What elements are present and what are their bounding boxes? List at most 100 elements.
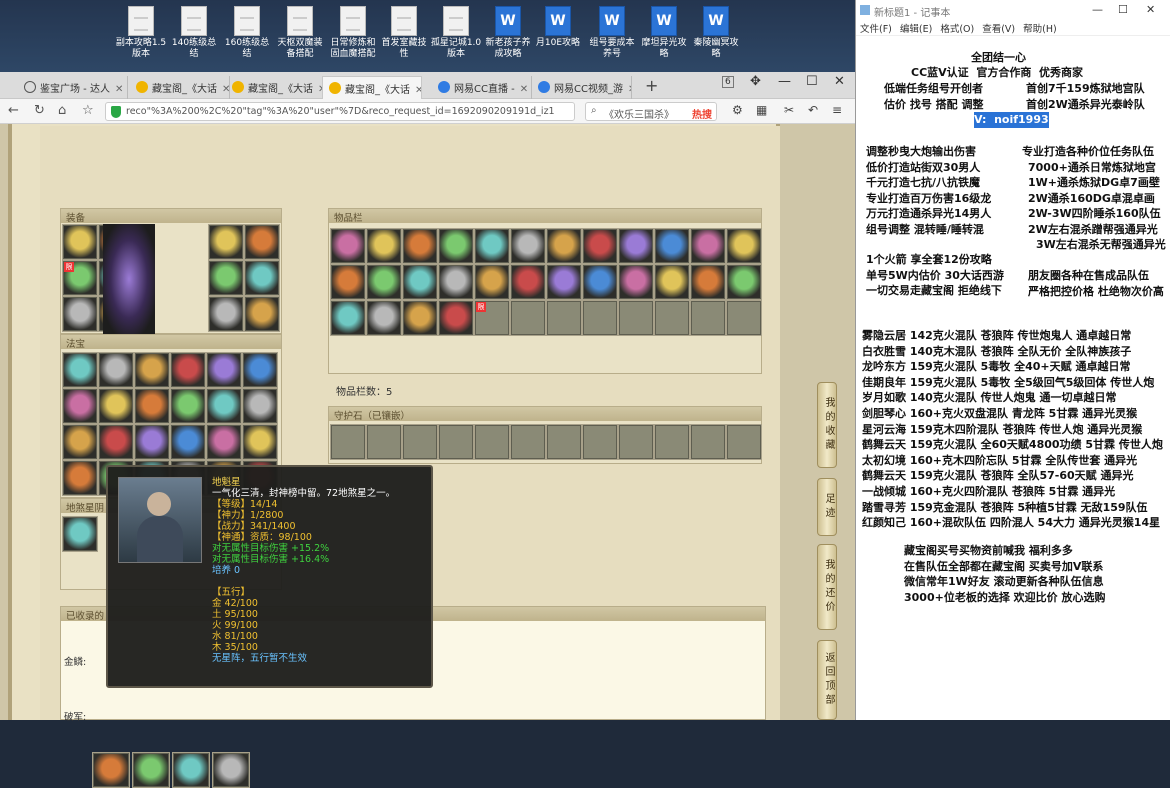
item-slot[interactable] (510, 228, 546, 264)
item-slot[interactable] (654, 264, 690, 300)
item-slot[interactable] (132, 752, 170, 788)
scissors-icon[interactable]: ✂ (784, 103, 794, 117)
item-slot[interactable] (172, 752, 210, 788)
np-close-button[interactable]: ✕ (1146, 3, 1155, 16)
close-window-button[interactable]: ✕ (834, 74, 845, 89)
item-slot[interactable] (62, 296, 98, 332)
item-slot[interactable] (206, 388, 242, 424)
item-slot[interactable] (366, 264, 402, 300)
item-slot[interactable] (402, 300, 438, 336)
item-slot[interactable] (244, 260, 280, 296)
item-slot[interactable] (62, 224, 98, 260)
desktop-icon[interactable]: W 新老孩子养成攻略 (482, 6, 534, 60)
tab-2[interactable]: 藏宝阁_《大话✕ (226, 76, 326, 99)
desktop-icon[interactable]: W 秦陵幽冥攻略 (690, 6, 742, 60)
footprint-button[interactable]: 足迹 (817, 478, 837, 536)
item-slot[interactable] (92, 752, 130, 788)
tab-1[interactable]: 藏宝阁_《大话 ✕ (130, 76, 230, 99)
item-slot[interactable] (206, 424, 242, 460)
desktop-icon[interactable]: 日常修炼和固血魔搭配 (327, 6, 379, 60)
tab-5[interactable]: 网易CC视频_游 ✕ (532, 76, 632, 99)
tab-close-icon[interactable]: ✕ (628, 84, 631, 95)
item-slot[interactable] (134, 352, 170, 388)
item-slot[interactable] (98, 352, 134, 388)
item-slot[interactable] (474, 264, 510, 300)
item-slot[interactable] (726, 264, 762, 300)
tab-close-icon[interactable]: ✕ (115, 84, 123, 95)
item-slot[interactable] (618, 264, 654, 300)
item-slot[interactable] (62, 388, 98, 424)
item-slot[interactable] (402, 264, 438, 300)
item-slot[interactable] (208, 224, 244, 260)
refresh-icon[interactable]: ↻ (34, 103, 45, 118)
extension-icon[interactable]: ⚙ (732, 103, 743, 117)
desktop-icon[interactable]: W 月10E攻略 (532, 6, 584, 49)
item-slot[interactable] (474, 228, 510, 264)
maximize-button[interactable]: ☐ (806, 74, 818, 89)
notepad-menu-item[interactable]: 查看(V) (982, 24, 1015, 35)
desktop-icon[interactable]: W 摩坦异光攻略 (638, 6, 690, 60)
tab-0[interactable]: 鉴宝广场 - 达人 ✕ (18, 76, 128, 99)
menu-grid-icon[interactable]: ▦ (756, 103, 767, 117)
item-slot[interactable] (330, 228, 366, 264)
item-slot[interactable] (582, 264, 618, 300)
item-slot[interactable] (330, 264, 366, 300)
item-slot[interactable] (170, 388, 206, 424)
item-slot[interactable] (726, 228, 762, 264)
back-to-top-button[interactable]: 返回顶部 (817, 640, 837, 720)
item-slot[interactable] (62, 460, 98, 496)
tab-4[interactable]: 网易CC直播 - ✕ (432, 76, 532, 99)
item-slot[interactable] (212, 752, 250, 788)
item-slot[interactable] (438, 300, 474, 336)
item-slot[interactable] (62, 352, 98, 388)
item-slot[interactable] (242, 424, 278, 460)
item-slot[interactable] (242, 388, 278, 424)
url-field[interactable]: reco"%3A%200%2C%20"tag"%3A%20"user"%7D&r… (105, 102, 575, 121)
item-slot[interactable]: 限 (62, 260, 98, 296)
item-slot[interactable] (98, 424, 134, 460)
desktop-icon[interactable]: 天枢双魔装备搭配 (274, 6, 326, 60)
item-slot[interactable] (208, 296, 244, 332)
item-slot[interactable] (244, 296, 280, 332)
notepad-menu-item[interactable]: 编辑(E) (900, 24, 932, 35)
desktop-icon[interactable]: 首发室藏技性 (378, 6, 430, 60)
np-minimize-button[interactable]: — (1092, 3, 1103, 16)
my-offers-button[interactable]: 我的还价 (817, 544, 837, 630)
item-slot[interactable] (438, 264, 474, 300)
item-slot[interactable] (402, 228, 438, 264)
search-box[interactable]: ⌕ 《欢乐三国杀》 热搜 (585, 102, 717, 121)
tab-close-icon[interactable]: ✕ (415, 85, 421, 96)
back-icon[interactable]: ← (8, 103, 19, 118)
new-tab-button[interactable]: + (645, 76, 658, 95)
desktop-icon[interactable]: W 组号要成本养号 (586, 6, 638, 60)
more-icon[interactable]: ≡ (832, 103, 842, 117)
item-slot[interactable] (690, 228, 726, 264)
pin-icon[interactable]: ✥ (750, 74, 761, 89)
item-slot[interactable] (546, 264, 582, 300)
star-icon[interactable]: ☆ (82, 103, 94, 118)
item-slot[interactable] (546, 228, 582, 264)
item-slot[interactable] (134, 388, 170, 424)
item-slot[interactable] (134, 424, 170, 460)
notepad-menu-item[interactable]: 格式(O) (940, 24, 974, 35)
np-maximize-button[interactable]: ☐ (1118, 3, 1128, 16)
item-slot[interactable] (62, 424, 98, 460)
item-slot[interactable] (244, 224, 280, 260)
desktop-icon[interactable]: 副本攻略1.5版本 (115, 6, 167, 60)
item-slot[interactable] (366, 300, 402, 336)
minimize-button[interactable]: — (778, 74, 791, 89)
item-slot[interactable] (510, 264, 546, 300)
my-favorites-button[interactable]: 我的收藏 (817, 382, 837, 468)
item-slot[interactable] (62, 516, 98, 552)
item-slot[interactable] (170, 424, 206, 460)
tab-count-badge[interactable]: 6 (722, 76, 734, 88)
undo-icon[interactable]: ↶ (808, 103, 818, 117)
tab-close-icon[interactable]: ✕ (520, 84, 528, 95)
item-slot[interactable] (208, 260, 244, 296)
item-slot[interactable] (690, 264, 726, 300)
item-slot[interactable] (330, 300, 366, 336)
item-slot[interactable] (206, 352, 242, 388)
item-slot[interactable] (242, 352, 278, 388)
item-slot[interactable] (438, 228, 474, 264)
item-slot[interactable] (654, 228, 690, 264)
